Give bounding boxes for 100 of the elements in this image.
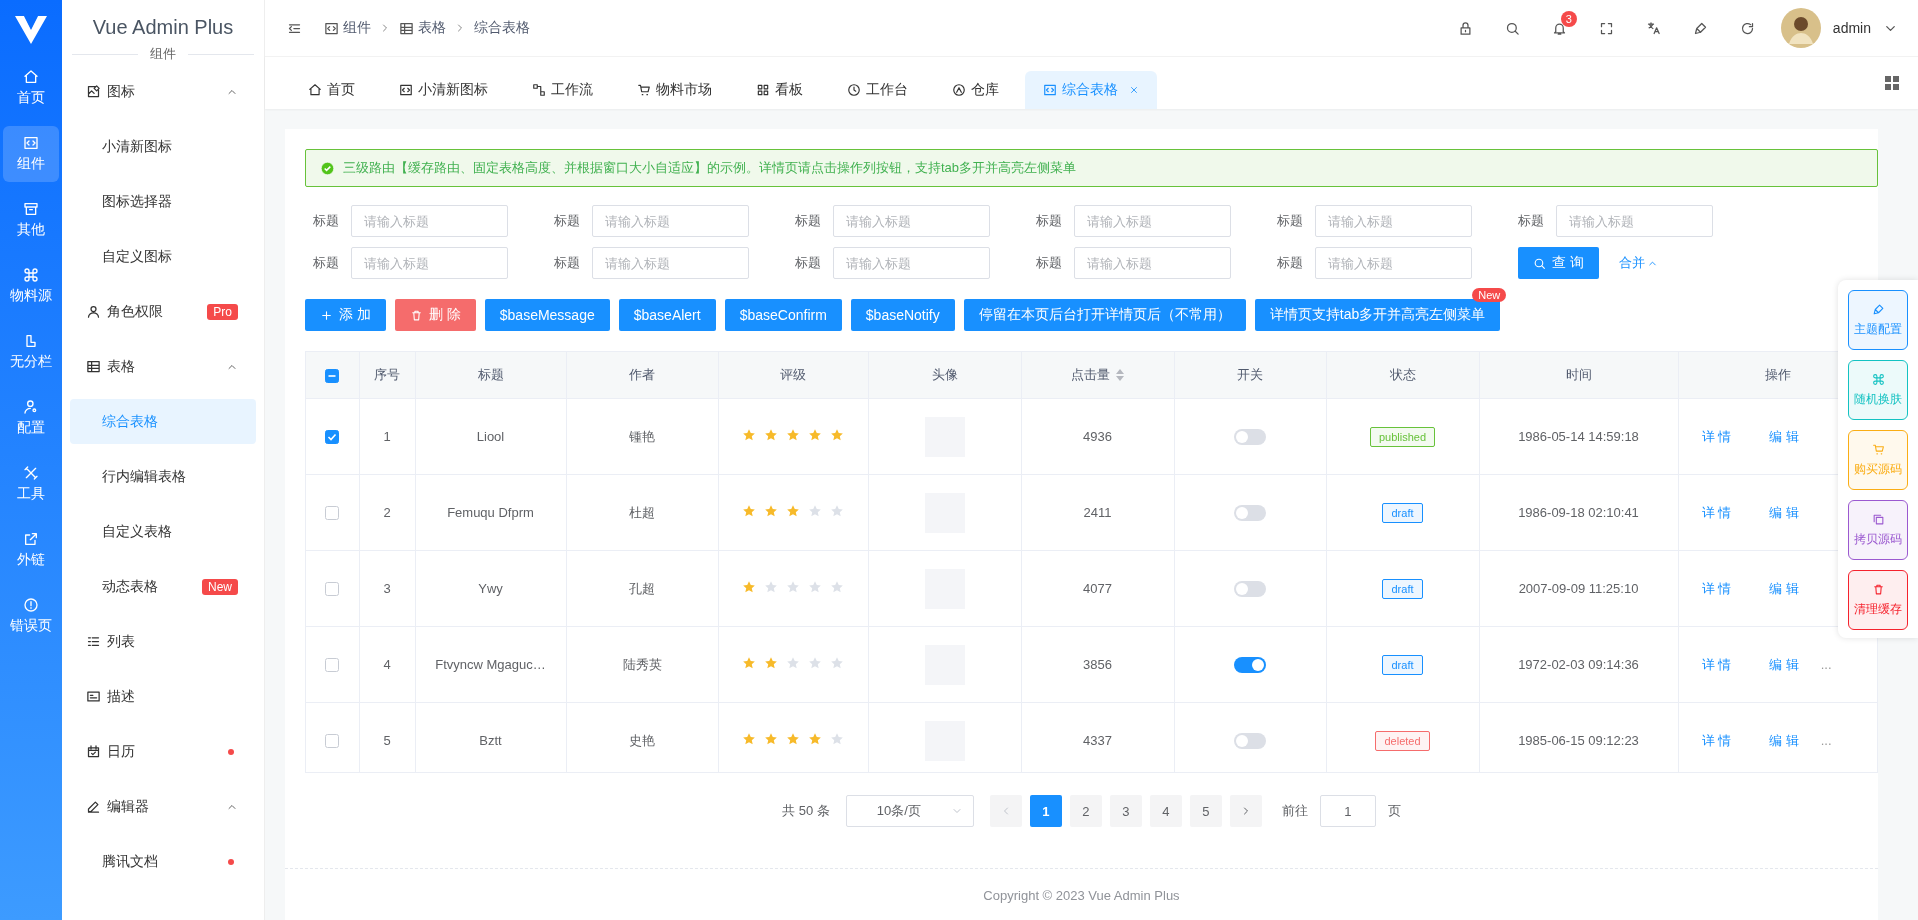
sidebar-item[interactable]: 腾讯文档 bbox=[70, 839, 256, 884]
action-button[interactable]: $baseMessage bbox=[484, 299, 610, 331]
page-button[interactable]: 5 bbox=[1189, 795, 1222, 827]
page-button[interactable]: 3 bbox=[1109, 795, 1142, 827]
table-cell: 3856 bbox=[1083, 657, 1112, 672]
tab[interactable]: 首页 bbox=[290, 71, 373, 109]
sidebar-item[interactable]: 小清新图标 bbox=[70, 124, 256, 169]
column-header: 状态 bbox=[1389, 366, 1416, 384]
rail-item[interactable]: 无分栏 bbox=[3, 324, 59, 380]
rail-item[interactable]: 配置 bbox=[3, 390, 59, 446]
column-header: 序号 bbox=[374, 366, 400, 384]
breadcrumb-item[interactable]: 组件 bbox=[324, 19, 371, 37]
action-link[interactable]: 编 辑 bbox=[1769, 579, 1799, 598]
sidebar-item[interactable]: 行内编辑表格 bbox=[70, 454, 256, 499]
table-cell: 5 bbox=[383, 733, 391, 748]
sidebar-item[interactable]: 自定义图标 bbox=[70, 234, 256, 279]
action-link[interactable]: 详 情 bbox=[1701, 427, 1732, 446]
sidebar-item[interactable]: 综合表格 bbox=[70, 399, 256, 444]
rail-item[interactable]: 首页 bbox=[3, 60, 59, 116]
goto-label: 前往 bbox=[1281, 802, 1308, 820]
input-field[interactable]: 请输入标题 bbox=[833, 247, 990, 279]
action-button[interactable]: 停留在本页后台打开详情页后（不常用） bbox=[963, 299, 1246, 331]
float-panel-item[interactable]: 随机换肤 bbox=[1848, 360, 1908, 420]
input-field[interactable]: 请输入标题 bbox=[833, 205, 990, 237]
tab[interactable]: 小清新图标 bbox=[381, 71, 506, 109]
sidebar-item[interactable]: 日历 bbox=[70, 729, 256, 774]
rail-item[interactable]: 外链 bbox=[3, 522, 59, 578]
table-cell: Liool bbox=[476, 429, 505, 444]
table-cell: Bztt bbox=[479, 733, 502, 748]
table-cell: 史艳 bbox=[629, 732, 655, 748]
action-link[interactable]: 详 情 bbox=[1701, 731, 1732, 750]
tab[interactable]: 仓库 bbox=[934, 71, 1017, 109]
input-field[interactable]: 请输入标题 bbox=[351, 205, 508, 237]
table-cell: 陆秀英 bbox=[622, 656, 662, 672]
action-button[interactable]: 详情页支持tab多开并高亮左侧菜单 bbox=[1254, 299, 1501, 331]
table-cell: 1985-06-15 09:12:23 bbox=[1518, 733, 1639, 748]
sidebar-item[interactable]: 动态表格 New bbox=[70, 564, 256, 609]
action-link[interactable]: 编 辑 bbox=[1769, 427, 1799, 446]
float-panel-item[interactable]: 主题配置 bbox=[1848, 290, 1908, 350]
action-button[interactable]: 删 除 bbox=[394, 299, 476, 331]
page-size-select[interactable]: 10条/页 bbox=[845, 795, 974, 827]
sidebar-item[interactable]: 表格 bbox=[70, 344, 256, 389]
action-link[interactable]: 详 情 bbox=[1701, 655, 1732, 674]
sidebar-item[interactable]: 列表 bbox=[70, 619, 256, 664]
alert-text: 三级路由【缓存路由、固定表格高度、并根据窗口大小自适应】的示例。详情页请点击操作列按钮，支持tab多开并高亮左侧菜单 bbox=[343, 159, 1077, 177]
rail-item[interactable]: 组件 bbox=[3, 126, 59, 182]
column-header: 评级 bbox=[780, 366, 806, 384]
sidebar-item[interactable]: 角色权限 Pro bbox=[70, 289, 256, 334]
query-button[interactable]: 查 询 bbox=[1518, 247, 1599, 279]
more-link[interactable]: ... bbox=[1820, 657, 1832, 672]
tab[interactable]: 工作流 bbox=[514, 71, 611, 109]
action-button[interactable]: $baseNotify bbox=[850, 299, 955, 331]
rail-item[interactable]: 物料源 bbox=[3, 258, 59, 314]
field-label: 标题 bbox=[1518, 212, 1544, 230]
input-field[interactable]: 请输入标题 bbox=[1315, 205, 1472, 237]
sidebar-item[interactable]: 自定义表格 bbox=[70, 509, 256, 554]
input-field[interactable]: 请输入标题 bbox=[1556, 205, 1713, 237]
input-field[interactable]: 请输入标题 bbox=[1074, 247, 1231, 279]
sidebar-item[interactable]: 图标选择器 bbox=[70, 179, 256, 224]
action-link[interactable]: 编 辑 bbox=[1769, 655, 1799, 674]
column-header[interactable]: 点击量 bbox=[1071, 366, 1110, 384]
sidebar-item[interactable]: 编辑器 bbox=[70, 784, 256, 829]
action-link[interactable]: 详 情 bbox=[1701, 579, 1732, 598]
user-name[interactable]: admin bbox=[1832, 20, 1871, 36]
tab[interactable]: 综合表格 bbox=[1025, 71, 1157, 109]
goto-input[interactable]: 1 bbox=[1319, 795, 1376, 827]
input-field[interactable]: 请输入标题 bbox=[592, 247, 749, 279]
table-cell: 4 bbox=[383, 657, 391, 672]
rail-item[interactable]: 工具 bbox=[3, 456, 59, 512]
input-field[interactable]: 请输入标题 bbox=[1074, 205, 1231, 237]
breadcrumb-item[interactable]: 综合表格 bbox=[474, 19, 530, 37]
action-link[interactable]: 详 情 bbox=[1701, 503, 1732, 522]
rail-item[interactable]: 其他 bbox=[3, 192, 59, 248]
status-tag: draft bbox=[1382, 502, 1423, 523]
tab[interactable]: 物料市场 bbox=[619, 71, 730, 109]
field-label: 标题 bbox=[795, 212, 821, 230]
more-link[interactable]: ... bbox=[1820, 733, 1832, 748]
action-button[interactable]: $baseAlert bbox=[618, 299, 716, 331]
page-button[interactable]: 2 bbox=[1069, 795, 1102, 827]
action-button[interactable]: 添 加 bbox=[305, 299, 386, 331]
field-label: 标题 bbox=[1036, 254, 1062, 272]
collapse-link[interactable]: 合并 bbox=[1610, 254, 1666, 272]
rail-item[interactable]: 错误页 bbox=[3, 588, 59, 644]
tab[interactable]: 工作台 bbox=[829, 71, 926, 109]
input-field[interactable]: 请输入标题 bbox=[592, 205, 749, 237]
float-panel-item[interactable]: 清理缓存 bbox=[1848, 570, 1908, 630]
action-link[interactable]: 编 辑 bbox=[1769, 503, 1799, 522]
input-field[interactable]: 请输入标题 bbox=[1315, 247, 1472, 279]
sidebar-item[interactable]: 描述 bbox=[70, 674, 256, 719]
breadcrumb-item[interactable]: 表格 bbox=[399, 19, 446, 37]
input-field[interactable]: 请输入标题 bbox=[351, 247, 508, 279]
float-panel-item[interactable]: 拷贝源码 bbox=[1848, 500, 1908, 560]
table-cell: 杜超 bbox=[629, 504, 655, 520]
action-link[interactable]: 编 辑 bbox=[1769, 731, 1799, 750]
sidebar-item[interactable]: 图标 bbox=[70, 69, 256, 114]
tab[interactable]: 看板 bbox=[738, 71, 821, 109]
page-button[interactable]: 4 bbox=[1149, 795, 1182, 827]
page-button[interactable]: 1 bbox=[1029, 795, 1062, 827]
table-cell: 3 bbox=[383, 581, 391, 596]
action-button[interactable]: $baseConfirm bbox=[724, 299, 842, 331]
